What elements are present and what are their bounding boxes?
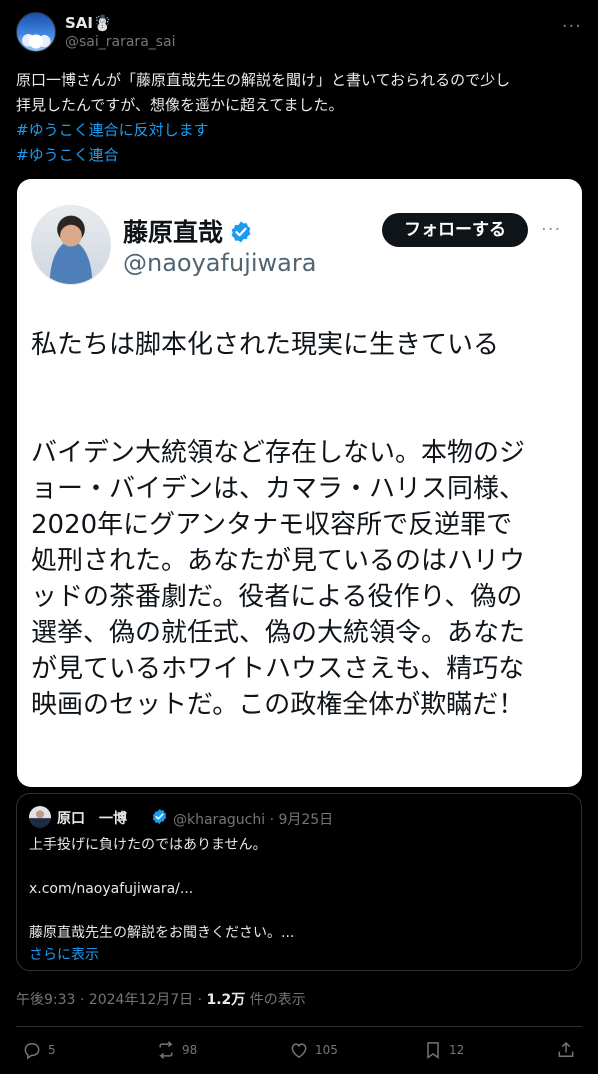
embedded-post-line: 映画のセットだ。この政権全体が欺瞞だ！ (31, 690, 525, 720)
tweet-meta: 午後9:33 · 2024年12月7日 · 1.2万 件の表示 (16, 989, 306, 1009)
embedded-post-line: ッドの茶番劇だ。役者による役作り、偽の (31, 582, 523, 612)
embedded-post-line: 2020年にグアンタナモ収容所で反逆罪で (31, 510, 513, 540)
reply-button[interactable]: 5 (22, 1036, 56, 1064)
divider (16, 1026, 582, 1027)
view-count-label: 件の表示 (245, 992, 306, 1008)
embedded-post-line: 私たちは脚本化された現実に生きている (31, 330, 500, 360)
embedded-follow-button: フォローする (382, 213, 528, 247)
share-icon (558, 1041, 574, 1057)
quoted-line (29, 856, 569, 878)
embedded-profile-name: 藤原直哉 (123, 213, 253, 249)
embedded-more-icon: ··· (541, 219, 562, 240)
quoted-line: 藤原直哉先生の解説をお聞きください。... (29, 925, 295, 941)
quoted-tweet[interactable]: 原口 一博 @kharaguchi · 9月25日 上手投げに負けたのではありま… (16, 793, 582, 971)
more-horizontal-icon[interactable]: ··· (562, 16, 582, 37)
bookmark-icon (427, 1042, 439, 1059)
bookmark-button[interactable]: 12 (423, 1036, 464, 1064)
tweet-header: SAI☃️ @sai_rarara_sai ··· (16, 12, 582, 54)
author-avatar[interactable] (16, 12, 56, 52)
action-bar: 5 98 105 12 (16, 1036, 582, 1064)
hashtag-link[interactable]: #ゆうこく連合に反対します (16, 118, 582, 143)
tweet-image[interactable]: 藤原直哉 @naoyafujiwara フォローする ··· 私たちは脚本化され… (17, 179, 582, 787)
tweet-text: 原口一博さんが「藤原直哉先生の解説を聞け」と書いておられるので少し 拝見したんで… (16, 68, 582, 168)
embedded-name-text: 藤原直哉 (123, 218, 224, 247)
like-count: 105 (315, 1043, 338, 1057)
tweet-line: 拝見したんですが、想像を遥かに超えてました。 (16, 96, 344, 114)
embedded-profile-avatar (31, 205, 111, 285)
quoted-author-handle[interactable]: @kharaguchi · 9月25日 (173, 809, 333, 829)
author-handle[interactable]: @sai_rarara_sai (65, 34, 176, 50)
bookmark-count: 12 (449, 1043, 465, 1057)
retweet-icon (159, 1041, 173, 1059)
quoted-line (29, 900, 569, 922)
embedded-post-line: 選挙、偽の就任式、偽の大統領令。あなた (31, 618, 526, 648)
verified-badge-icon (152, 809, 167, 824)
tweet-line: 原口一博さんが「藤原直哉先生の解説を聞け」と書いておられるので少し (16, 71, 511, 89)
embedded-post-body: 私たちは脚本化された現実に生きている バイデン大統領など存在しない。本物のジ ョ… (31, 327, 571, 723)
show-more-link[interactable]: さらに表示 (29, 944, 569, 966)
share-button[interactable] (556, 1036, 576, 1064)
quoted-tweet-text: 上手投げに負けたのではありません。 x.com/naoyafujiwara/..… (29, 834, 569, 966)
like-button[interactable]: 105 (289, 1036, 338, 1064)
view-count: 1.2万 (206, 992, 246, 1008)
embedded-profile-handle: @naoyafujiwara (123, 249, 317, 277)
quoted-author-name[interactable]: 原口 一博 (57, 808, 127, 828)
reply-count: 5 (48, 1043, 56, 1057)
embedded-post-line: ョー・バイデンは、カマラ・ハリス同様、 (31, 474, 526, 504)
quoted-link[interactable]: x.com/naoyafujiwara/... (29, 878, 569, 900)
quoted-line: 上手投げに負けたのではありません。 (29, 837, 267, 853)
quoted-author-avatar[interactable] (29, 806, 51, 828)
embedded-post-line: 処刑された。あなたが見ているのはハリウ (31, 546, 526, 576)
retweet-button[interactable]: 98 (156, 1036, 197, 1064)
embedded-post-line: が見ているホワイトハウスさえも、精巧な (31, 654, 525, 684)
retweet-count: 98 (182, 1043, 198, 1057)
embedded-post-line: バイデン大統領など存在しない。本物のジ (31, 438, 526, 468)
verified-badge-icon (231, 221, 251, 243)
tweet-timestamp[interactable]: 午後9:33 · 2024年12月7日 · (16, 992, 207, 1008)
author-name[interactable]: SAI☃️ (65, 14, 112, 32)
heart-icon (291, 1043, 307, 1058)
hashtag-link[interactable]: #ゆうこく連合 (16, 143, 582, 168)
reply-icon (24, 1042, 40, 1060)
